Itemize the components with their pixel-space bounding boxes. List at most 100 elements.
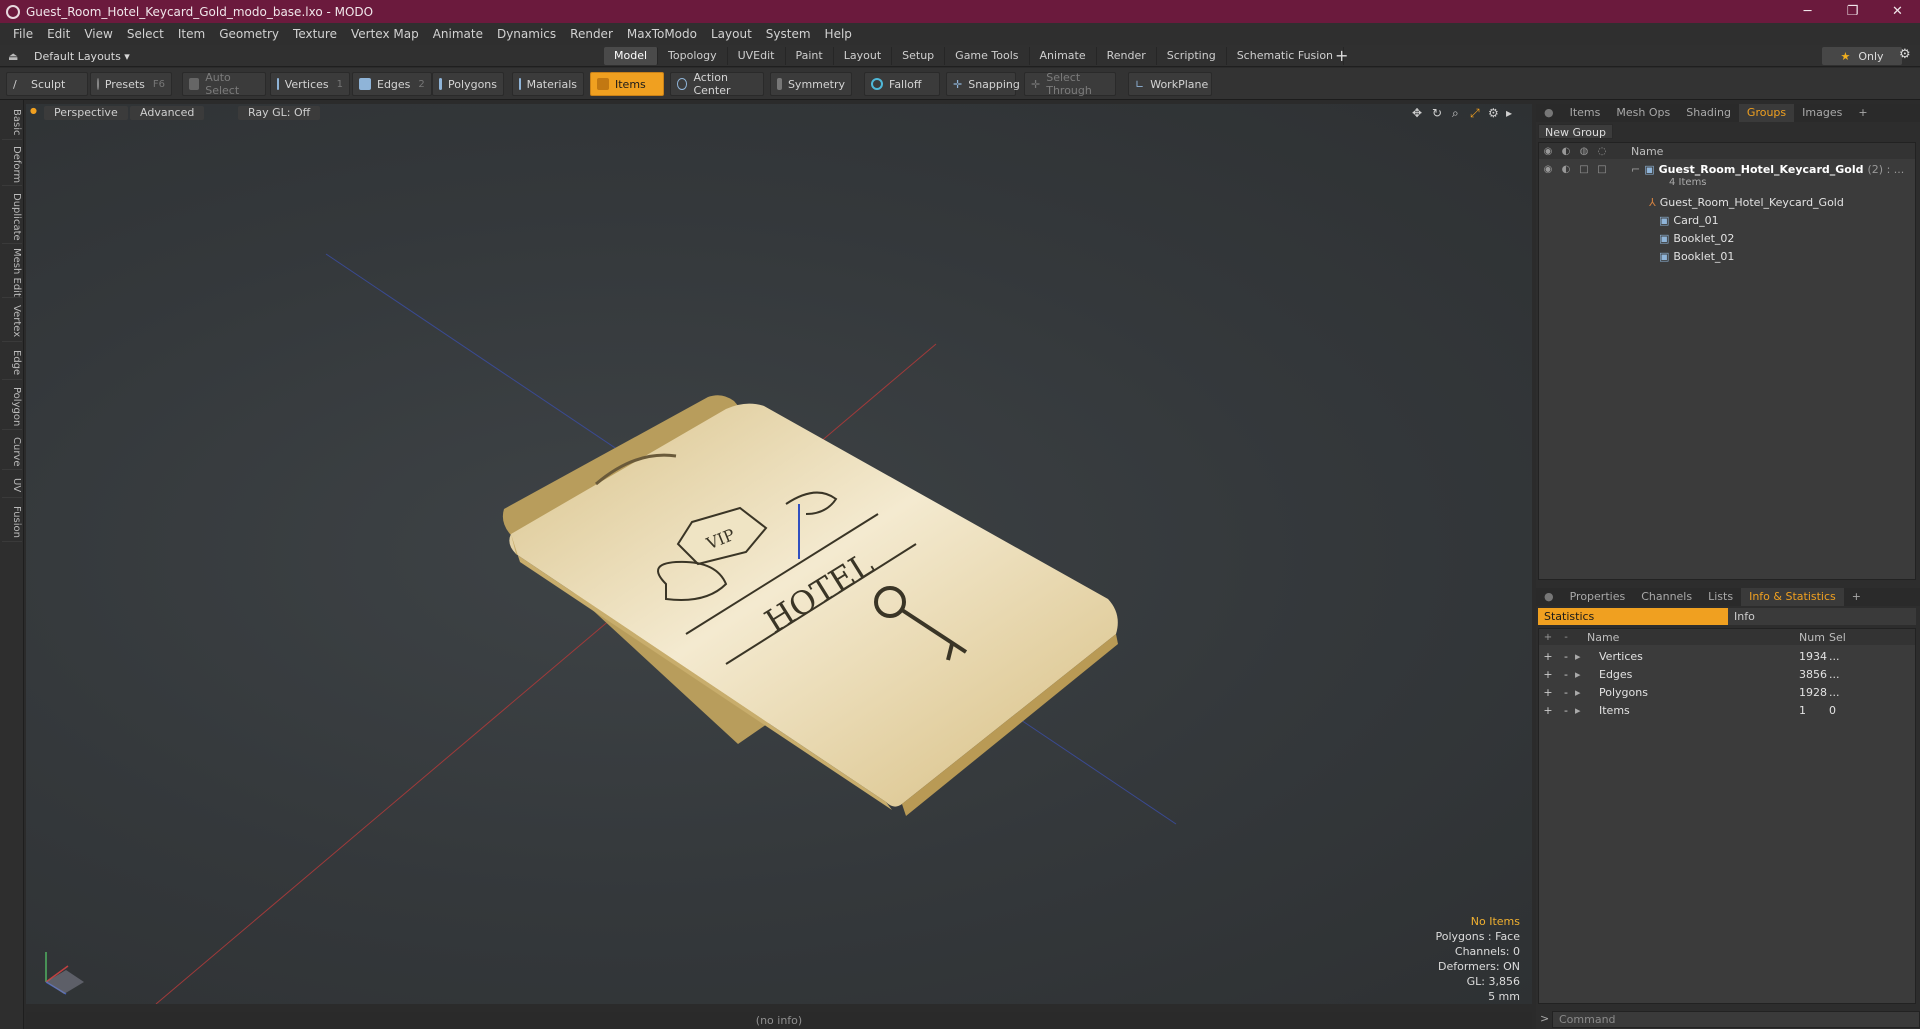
menu-file[interactable]: File (6, 27, 40, 41)
panel-menu-icon[interactable]: ● (1536, 104, 1562, 122)
menu-maxtomodo[interactable]: MaxToModo (620, 27, 704, 41)
rotate-view-icon[interactable]: ↻ (1432, 106, 1442, 120)
select-toggle-icon[interactable]: □ (1593, 164, 1611, 175)
vtab-basic[interactable]: Basic (2, 106, 22, 140)
remove-selection-icon[interactable]: - (1557, 704, 1575, 717)
add-selection-icon[interactable]: + (1539, 686, 1557, 699)
group-child-row[interactable]: ▣ Booklet_02 (1539, 229, 1915, 247)
layouts-dropdown[interactable]: ⏏ Default Layouts ▾ (8, 47, 130, 65)
tab-animate[interactable]: Animate (1030, 47, 1097, 65)
group-root-row[interactable]: ◉ ◐ □ □ ⌐ ▣ Guest_Room_Hotel_Keycard_Gol… (1539, 161, 1915, 177)
add-tab-icon[interactable]: + (1335, 46, 1348, 65)
viewport-menu-icon[interactable]: ● (30, 106, 37, 115)
expand-icon[interactable]: ▸ (1575, 704, 1599, 717)
add-selection-icon[interactable]: + (1539, 650, 1557, 663)
move-view-icon[interactable]: ✥ (1412, 106, 1422, 120)
tab-render[interactable]: Render (1097, 47, 1157, 65)
presets-button[interactable]: Presets F6 (90, 72, 172, 96)
menu-edit[interactable]: Edit (40, 27, 77, 41)
vtab-uv[interactable]: UV (2, 474, 22, 498)
add-panel-tab-icon[interactable]: + (1844, 588, 1869, 606)
remove-selection-icon[interactable]: - (1557, 668, 1575, 681)
maximize-button[interactable]: ❐ (1830, 0, 1875, 23)
tab-mesh-ops[interactable]: Mesh Ops (1608, 104, 1678, 122)
menu-view[interactable]: View (77, 27, 119, 41)
add-selection-icon[interactable]: + (1539, 704, 1557, 717)
auto-select-button[interactable]: Auto Select (182, 71, 266, 97)
group-child-row[interactable]: ▣ Booklet_01 (1539, 247, 1915, 265)
menu-layout[interactable]: Layout (704, 27, 759, 41)
remove-selection-icon[interactable]: - (1557, 650, 1575, 663)
menu-vertex-map[interactable]: Vertex Map (344, 27, 426, 41)
tab-info-statistics[interactable]: Info & Statistics (1741, 588, 1844, 606)
polygons-button[interactable]: Polygons (432, 72, 504, 96)
snapping-button[interactable]: ✛ Snapping (946, 72, 1020, 96)
add-panel-tab-icon[interactable]: + (1850, 104, 1875, 122)
tab-schematic-fusion[interactable]: Schematic Fusion (1227, 47, 1345, 65)
table-row[interactable]: + - ▸ Vertices 1934 ... (1539, 647, 1915, 665)
expand-icon[interactable]: ▸ (1575, 686, 1599, 699)
menu-dynamics[interactable]: Dynamics (490, 27, 563, 41)
advanced-button[interactable]: Advanced (130, 106, 205, 120)
vtab-duplicate[interactable]: Duplicate (2, 190, 22, 244)
tab-topology[interactable]: Topology (658, 47, 728, 65)
subtab-statistics[interactable]: Statistics (1538, 608, 1728, 625)
3d-viewport[interactable]: VIP HOTEL ● Perspective Advanced Ray GL:… (26, 104, 1532, 1004)
table-row[interactable]: + - ▸ Items 1 0 (1539, 701, 1915, 719)
zoom-view-icon[interactable]: ⌕ (1452, 106, 1459, 121)
menu-item[interactable]: Item (171, 27, 212, 41)
tab-images[interactable]: Images (1794, 104, 1850, 122)
layout-home-icon[interactable]: ⏏ (8, 50, 20, 63)
raygl-button[interactable]: Ray GL: Off (238, 106, 321, 120)
menu-select[interactable]: Select (120, 27, 171, 41)
vtab-deform[interactable]: Deform (2, 144, 22, 186)
perspective-button[interactable]: Perspective (44, 106, 128, 120)
workplane-button[interactable]: ∟ WorkPlane (1128, 72, 1212, 96)
vtab-curve[interactable]: Curve (2, 434, 22, 470)
panel-menu-icon[interactable]: ● (1536, 588, 1562, 606)
action-center-button[interactable]: Action Center (670, 71, 764, 97)
vtab-vertex[interactable]: Vertex (2, 302, 22, 342)
select-through-button[interactable]: ✛ Select Through (1024, 71, 1116, 97)
tab-setup[interactable]: Setup (892, 47, 946, 65)
viewport-expand-icon[interactable]: ▸ (1506, 106, 1512, 120)
menu-system[interactable]: System (759, 27, 818, 41)
sculpt-button[interactable]: / Sculpt (6, 72, 88, 96)
tab-paint[interactable]: Paint (786, 47, 834, 65)
subtab-info[interactable]: Info (1728, 608, 1916, 625)
symmetry-button[interactable]: Symmetry (770, 72, 852, 96)
expand-icon[interactable]: ▸ (1575, 668, 1599, 681)
vtab-polygon[interactable]: Polygon (2, 384, 22, 430)
tab-uvedit[interactable]: UVEdit (728, 47, 786, 65)
tab-scripting[interactable]: Scripting (1157, 47, 1227, 65)
table-row[interactable]: + - ▸ Edges 3856 ... (1539, 665, 1915, 683)
menu-help[interactable]: Help (818, 27, 859, 41)
menu-texture[interactable]: Texture (286, 27, 344, 41)
group-child-row[interactable]: ▣ Card_01 (1539, 211, 1915, 229)
falloff-button[interactable]: Falloff (864, 72, 940, 96)
tab-model[interactable]: Model (604, 47, 659, 65)
tab-groups[interactable]: Groups (1738, 104, 1795, 122)
expand-icon[interactable]: ⌐ (1631, 163, 1640, 176)
menu-geometry[interactable]: Geometry (212, 27, 286, 41)
tab-lists[interactable]: Lists (1700, 588, 1741, 606)
tab-shading[interactable]: Shading (1678, 104, 1739, 122)
fit-view-icon[interactable]: ⤢ (1470, 106, 1480, 121)
materials-button[interactable]: Materials (512, 72, 584, 96)
expand-icon[interactable]: ▸ (1575, 650, 1599, 663)
menu-render[interactable]: Render (563, 27, 620, 41)
lock-toggle-icon[interactable]: □ (1575, 164, 1593, 175)
command-input[interactable]: Command (1552, 1011, 1920, 1028)
tab-game-tools[interactable]: Game Tools (945, 47, 1030, 65)
group-child-row[interactable]: ⅄ Guest_Room_Hotel_Keycard_Gold (1539, 193, 1915, 211)
menu-animate[interactable]: Animate (426, 27, 490, 41)
vertices-button[interactable]: Vertices 1 (270, 72, 350, 96)
vtab-edge[interactable]: Edge (2, 346, 22, 380)
add-selection-icon[interactable]: + (1539, 668, 1557, 681)
visibility-eye-icon[interactable]: ◉ (1539, 164, 1557, 175)
tab-layout[interactable]: Layout (834, 47, 893, 65)
table-row[interactable]: + - ▸ Polygons 1928 ... (1539, 683, 1915, 701)
tab-properties[interactable]: Properties (1562, 588, 1634, 606)
vtab-fusion[interactable]: Fusion (2, 502, 22, 542)
viewport-settings-icon[interactable]: ⚙ (1488, 106, 1499, 120)
